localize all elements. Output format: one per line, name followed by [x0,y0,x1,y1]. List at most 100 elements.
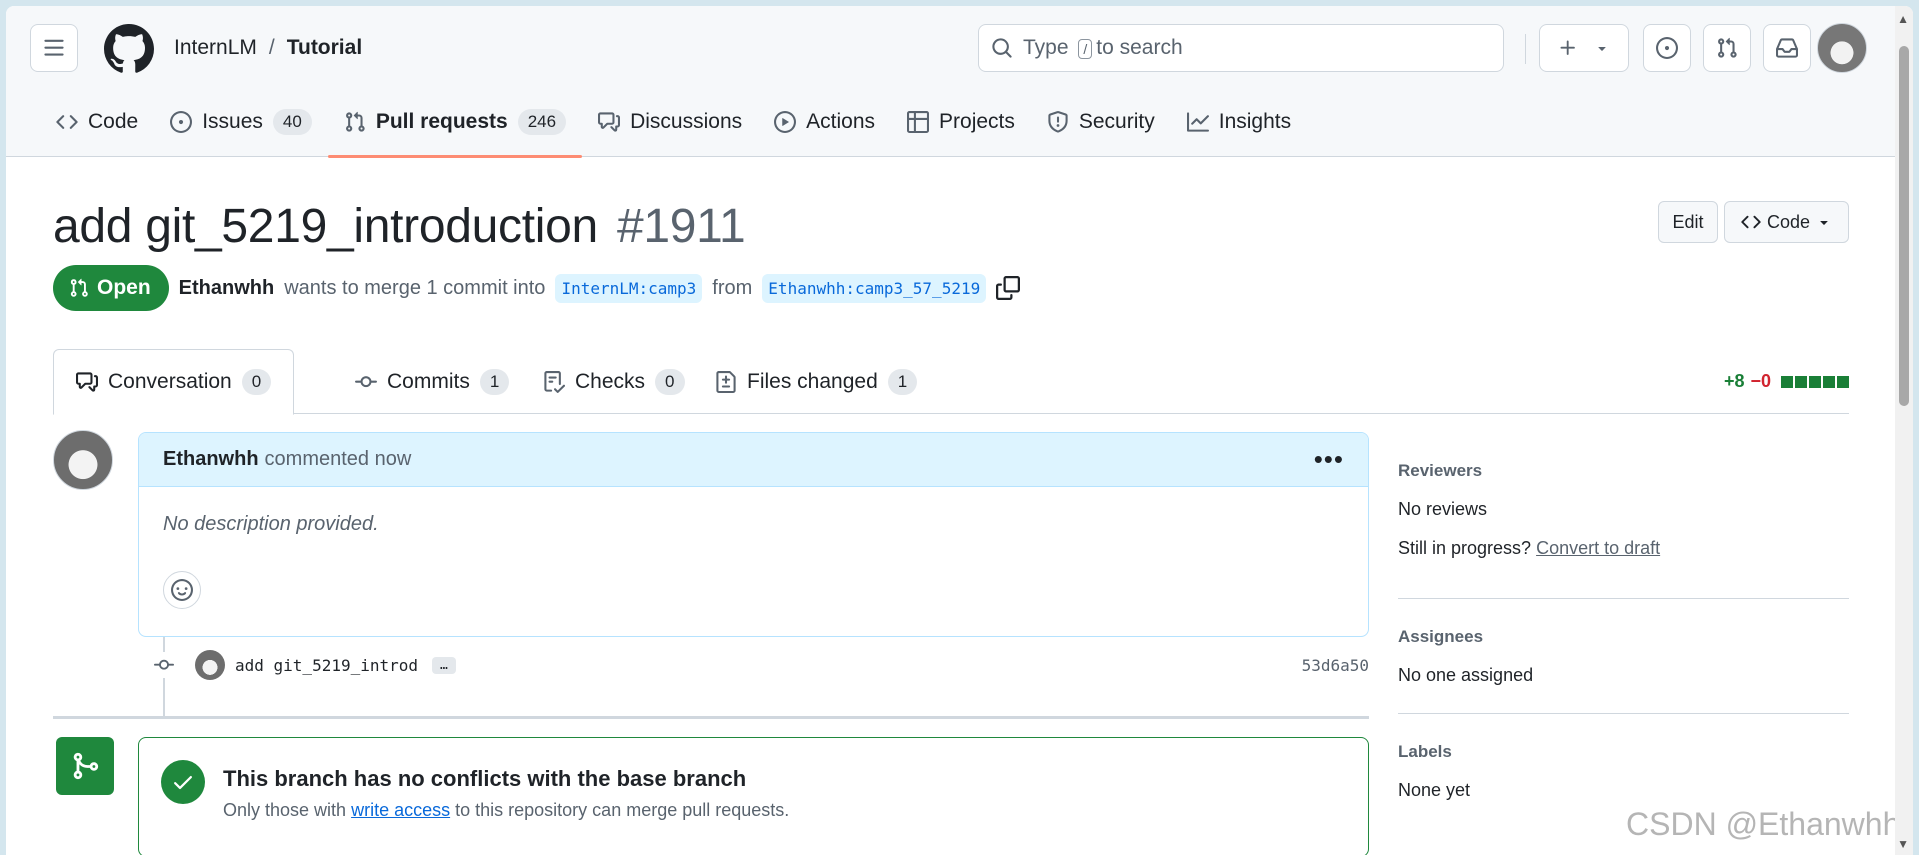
tab-security-label: Security [1078,109,1155,133]
reviewers-value: No reviews [1398,499,1488,519]
triangle-down-icon [1598,47,1606,51]
pr-description-comment: Ethanwhh commented now ••• No descriptio… [138,432,1369,637]
user-avatar[interactable] [1817,23,1867,73]
merge-status-title: This branch has no conflicts with the ba… [223,766,747,791]
issue-opened-icon [1656,37,1678,59]
code-dropdown-button[interactable]: Code [1724,201,1849,243]
tab-security[interactable]: Security [1031,102,1171,157]
pr-tabs: Conversation 0 Commits 1 Checks 0 Files … [53,349,1849,415]
git-commit-icon [355,375,377,387]
assignees-heading[interactable]: Assignees [1398,627,1849,647]
menu-button[interactable] [30,24,78,72]
merge-status-subtitle: Only those with write access to this rep… [223,800,790,820]
breadcrumb-repo[interactable]: Tutorial [287,36,362,60]
deletions-count: −0 [1750,371,1771,391]
write-access-link[interactable]: write access [351,800,450,820]
breadcrumb-owner[interactable]: InternLM [174,36,257,60]
pr-author[interactable]: Ethanwhh [179,277,275,300]
sidebar-labels: Labels None yet [1398,742,1849,801]
tab-code[interactable]: Code [40,102,154,157]
breadcrumb-separator: / [268,36,275,59]
tab-issues-label: Issues [202,109,263,133]
head-branch[interactable]: Ethanwhh:camp3_57_5219 [762,273,987,303]
pr-meta: Open Ethanwhh wants to merge 1 commit in… [53,265,1021,311]
code-icon [56,114,78,129]
watermark: CSDN @Ethanwhh [1626,806,1901,842]
commit-expand-button[interactable]: … [432,656,456,674]
add-reaction-button[interactable] [163,571,201,609]
files-changed-counter: 1 [887,368,918,395]
code-icon [1741,215,1761,229]
commit-message[interactable]: add git_5219_introd [235,656,418,675]
issue-opened-icon [170,110,193,133]
tab-pull-requests-label: Pull requests [375,109,508,133]
tab-insights-label: Insights [1218,109,1292,133]
tab-commits[interactable]: Commits 1 [333,349,531,414]
labels-heading[interactable]: Labels [1398,742,1849,762]
copy-icon[interactable] [996,276,1021,300]
search-placeholder: Type / to search [1023,36,1183,59]
tab-actions[interactable]: Actions [758,102,891,157]
tab-actions-label: Actions [806,109,876,133]
edit-button[interactable]: Edit [1658,201,1718,243]
timeline-divider [53,716,1369,719]
github-logo-icon[interactable] [103,24,154,74]
scroll-down-arrow-icon[interactable]: ▼ [1897,837,1909,851]
draft-prompt: Still in progress? Convert to draft [1398,538,1661,558]
tab-conversation[interactable]: Conversation 0 [53,349,295,415]
inbox-button[interactable] [1763,24,1811,72]
commits-counter: 1 [479,368,510,395]
pr-title-text: add git_5219_introduction [53,200,598,253]
play-icon [774,110,797,133]
tab-checks-label: Checks [575,369,646,393]
comment-author[interactable]: Ethanwhh [163,448,259,471]
tab-pull-requests[interactable]: Pull requests 246 [327,102,583,158]
convert-to-draft-link[interactable]: Convert to draft [1536,538,1660,558]
additions-count: +8 [1723,371,1745,391]
code-button-label: Code [1766,211,1811,232]
git-commit-icon [151,652,177,678]
commit-sha[interactable]: 53d6a50 [1302,656,1369,675]
base-branch[interactable]: InternLM:camp3 [555,273,703,303]
triangle-down-icon [1820,221,1828,225]
shield-icon [1048,110,1068,133]
timeline-commit: add git_5219_introd … 53d6a50 [151,646,1369,684]
scrollbar-thumb[interactable] [1899,46,1909,406]
git-pull-request-icon [345,111,365,132]
inbox-icon [1776,38,1798,58]
comment-header: Ethanwhh commented now ••• [139,433,1368,487]
file-diff-icon [716,370,736,393]
tab-files-changed-label: Files changed [747,369,878,393]
pr-number: #1911 [617,200,746,253]
labels-value: None yet [1398,780,1471,800]
tab-projects[interactable]: Projects [891,102,1031,157]
pull-requests-button[interactable] [1703,24,1751,72]
tab-code-label: Code [88,109,139,133]
comment-discussion-icon [598,111,621,132]
tab-projects-label: Projects [939,109,1015,133]
tab-discussions[interactable]: Discussions [582,102,758,157]
tab-conversation-label: Conversation [108,370,232,393]
comment-discussion-icon [76,372,98,392]
comment-author-avatar[interactable] [53,430,113,490]
smiley-icon [171,579,193,601]
search-input[interactable]: Type / to search [978,24,1504,72]
reviewers-heading[interactable]: Reviewers [1398,461,1849,481]
tab-commits-label: Commits [387,369,470,393]
tab-issues[interactable]: Issues 40 [154,102,328,157]
tab-files-changed[interactable]: Files changed 1 [693,349,939,414]
scrollbar[interactable]: ▲ ▼ [1895,6,1913,855]
search-shortcut-key: / [1078,39,1093,59]
graph-icon [1186,111,1209,132]
issues-button[interactable] [1643,24,1691,72]
tab-insights[interactable]: Insights [1171,102,1307,157]
scroll-up-arrow-icon[interactable]: ▲ [1897,12,1909,26]
commit-author-avatar[interactable] [195,650,225,680]
header-divider [1525,34,1526,64]
create-new-button[interactable] [1539,24,1629,72]
sidebar-reviewers: Reviewers No reviews Still in progress? … [1398,461,1849,559]
assignees-value: No one assigned [1398,665,1534,685]
tab-checks[interactable]: Checks 0 [521,349,707,414]
diffstat: +8 −0 [1724,371,1849,392]
kebab-horizontal-icon[interactable]: ••• [1314,444,1344,475]
